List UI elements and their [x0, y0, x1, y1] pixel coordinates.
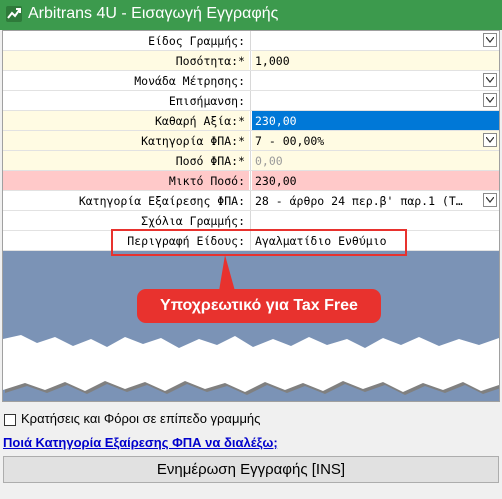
field-input[interactable]: 230,00 — [252, 111, 499, 131]
field-dropdown[interactable] — [252, 71, 499, 91]
field-input[interactable]: 1,000 — [252, 51, 499, 71]
field-dropdown[interactable]: 28 - άρθρο 24 περ.β' παρ.1 (Τ… — [252, 191, 499, 211]
chevron-down-icon[interactable] — [483, 33, 497, 47]
chevron-down-icon[interactable] — [483, 93, 497, 107]
field-row: Επισήμανση: — [3, 91, 499, 111]
field-dropdown[interactable] — [252, 91, 499, 111]
field-row: Κατηγορία Εξαίρεσης ΦΠΑ: 28 - άρθρο 24 πε… — [3, 191, 499, 211]
chevron-down-icon[interactable] — [483, 73, 497, 87]
field-row: Είδος Γραμμής: — [3, 31, 499, 51]
field-label: Κατηγορία ΦΠΑ:* — [3, 131, 249, 151]
field-input[interactable] — [252, 211, 499, 231]
field-dropdown[interactable]: 7 - 00,00% — [252, 131, 499, 151]
torn-background-area — [3, 251, 499, 401]
window-title: Arbitrans 4U - Εισαγωγή Εγγραφής — [28, 5, 279, 22]
window-titlebar: Arbitrans 4U - Εισαγωγή Εγγραφής — [0, 0, 502, 30]
description-highlight-box — [111, 229, 407, 256]
callout-pointer — [219, 255, 235, 291]
field-input[interactable]: 230,00 — [252, 171, 499, 191]
field-row: Μονάδα Μέτρησης: — [3, 71, 499, 91]
property-grid: Είδος Γραμμής: Ποσότητα:* 1,000 Μονάδα Μέτρ… — [2, 30, 500, 402]
field-label: Ποσότητα:* — [3, 51, 249, 71]
field-label: Είδος Γραμμής: — [3, 31, 249, 51]
field-label: Μονάδα Μέτρησης: — [3, 71, 249, 91]
chevron-down-icon[interactable] — [483, 193, 497, 207]
field-label: Ποσό ΦΠΑ:* — [3, 151, 249, 171]
field-label: Σχόλια Γραμμής: — [3, 211, 249, 231]
tax-free-callout: Υποχρεωτικό για Tax Free — [137, 289, 381, 323]
taxes-line-level-checkbox[interactable] — [4, 414, 16, 426]
field-row: Μικτό Ποσό: 230,00 — [3, 171, 499, 191]
field-row: Καθαρή Αξία:* 230,00 — [3, 111, 499, 131]
field-row: Ποσότητα:* 1,000 — [3, 51, 499, 71]
field-label: Κατηγορία Εξαίρεσης ΦΠΑ: — [3, 191, 249, 211]
field-row: Σχόλια Γραμμής: — [3, 211, 499, 231]
taxes-line-level-label: Κρατήσεις και Φόροι σε επίπεδο γραμμής — [21, 411, 261, 426]
chevron-down-icon[interactable] — [483, 133, 497, 147]
bottom-panel: Κρατήσεις και Φόροι σε επίπεδο γραμμής Π… — [0, 402, 502, 499]
vat-exemption-help-link[interactable]: Ποιά Κατηγορία Εξαίρεσης ΦΠΑ να διαλέξω; — [3, 435, 278, 450]
update-entry-button[interactable]: Ενημέρωση Εγγραφής [INS] — [3, 456, 499, 483]
field-label: Μικτό Ποσό: — [3, 171, 249, 191]
field-dropdown[interactable] — [252, 31, 499, 51]
field-label: Καθαρή Αξία:* — [3, 111, 249, 131]
field-row: Ποσό ΦΠΑ:* 0,00 — [3, 151, 499, 171]
app-logo-icon — [6, 6, 22, 22]
field-input[interactable]: 0,00 — [252, 151, 499, 171]
field-row: Κατηγορία ΦΠΑ:* 7 - 00,00% — [3, 131, 499, 151]
field-label: Επισήμανση: — [3, 91, 249, 111]
